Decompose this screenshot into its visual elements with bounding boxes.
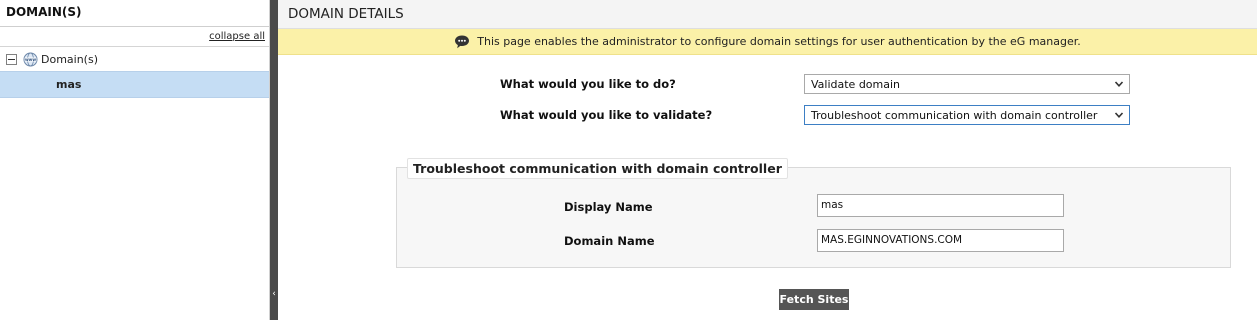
display-name-label: Display Name	[564, 200, 653, 214]
validate-select[interactable]: Troubleshoot communication with domain c…	[804, 105, 1130, 125]
action-row: What would you like to do?	[500, 77, 676, 91]
display-name-input[interactable]: mas	[817, 194, 1064, 217]
validate-select-value: Troubleshoot communication with domain c…	[811, 108, 1098, 122]
domains-panel: DOMAIN(S) collapse all www Domain(s) mas	[0, 0, 270, 320]
action-select[interactable]: Validate domain	[804, 74, 1130, 94]
domains-panel-title: DOMAIN(S)	[0, 0, 269, 27]
collapse-row: collapse all	[0, 27, 269, 47]
group-legend: Troubleshoot communication with domain c…	[407, 158, 788, 179]
tree-root-label: Domain(s)	[41, 52, 98, 66]
chevron-down-icon	[1114, 79, 1124, 89]
svg-text:www: www	[25, 57, 36, 62]
action-label: What would you like to do?	[500, 77, 676, 91]
domain-name-input[interactable]: MAS.EGINNOVATIONS.COM	[817, 229, 1064, 252]
action-select-value: Validate domain	[811, 77, 901, 91]
collapse-left-arrow-icon[interactable]: ‹	[270, 285, 278, 303]
globe-www-icon: www	[23, 52, 38, 67]
collapse-all-link[interactable]: collapse all	[209, 31, 265, 42]
panel-splitter[interactable]: ‹	[270, 0, 278, 320]
troubleshoot-group: Troubleshoot communication with domain c…	[396, 158, 1231, 268]
tree-item-mas[interactable]: mas	[0, 71, 269, 98]
info-message: This page enables the administrator to c…	[477, 35, 1081, 48]
domain-name-label: Domain Name	[564, 234, 655, 248]
page-title: DOMAIN DETAILS	[278, 0, 1257, 29]
info-bar: This page enables the administrator to c…	[278, 29, 1257, 55]
fetch-sites-button[interactable]: Fetch Sites	[779, 289, 849, 310]
collapse-minus-icon[interactable]	[6, 53, 17, 65]
speech-bubble-icon	[454, 34, 470, 50]
domain-details-panel: DOMAIN DETAILS This page enables the adm…	[278, 0, 1257, 320]
validate-label: What would you like to validate?	[500, 108, 713, 122]
tree-root-domains[interactable]: www Domain(s)	[0, 47, 269, 71]
validate-row: What would you like to validate?	[500, 108, 712, 122]
chevron-down-icon	[1114, 110, 1124, 120]
